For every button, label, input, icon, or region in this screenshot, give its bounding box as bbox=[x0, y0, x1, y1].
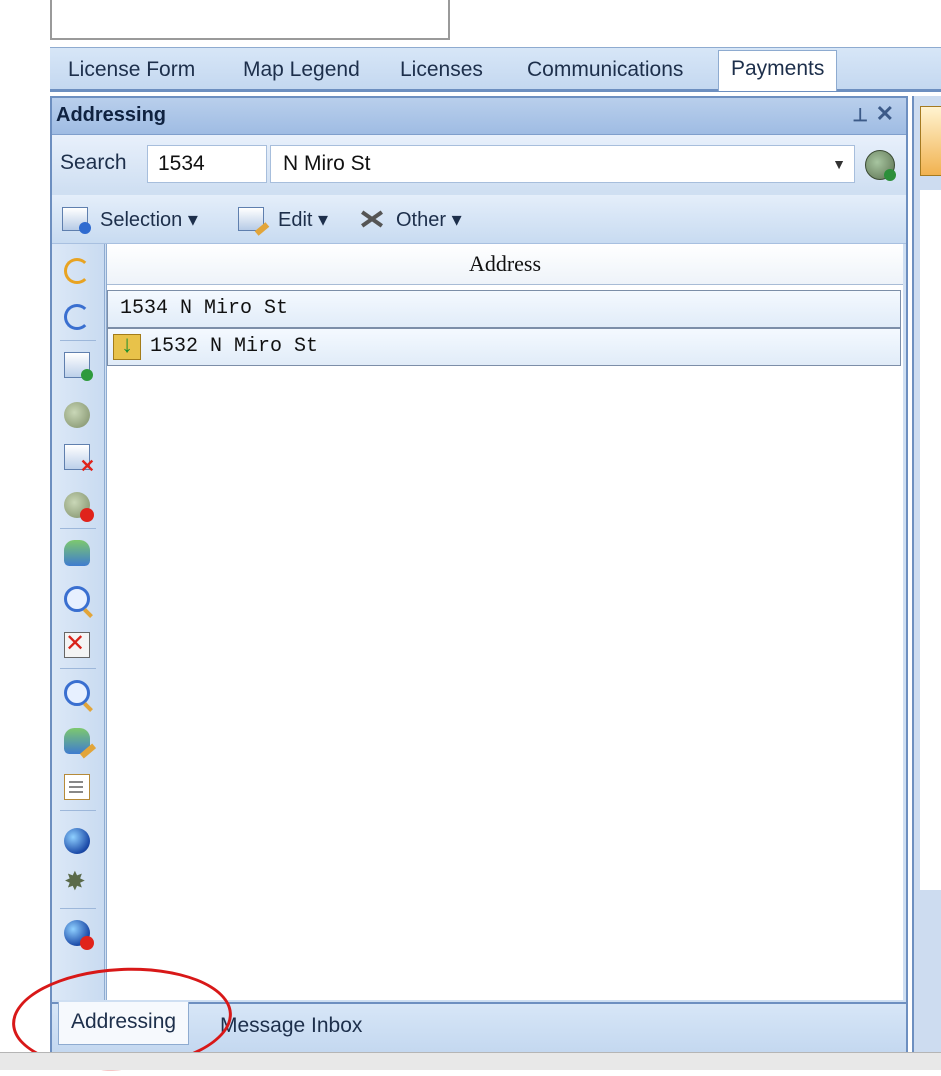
other-menu[interactable]: Other ▾ bbox=[396, 207, 462, 232]
globe-icon[interactable] bbox=[64, 828, 90, 854]
panel-title-bar: Addressing ⊥ ✕ bbox=[52, 98, 906, 135]
selection-menu-label: Selection bbox=[100, 209, 183, 231]
globe-remove-icon[interactable] bbox=[64, 920, 94, 950]
address-row[interactable]: 1532 N Miro St bbox=[107, 328, 901, 366]
tab-map-legend[interactable]: Map Legend bbox=[243, 56, 360, 88]
pane-button[interactable] bbox=[920, 106, 941, 176]
refresh-icon[interactable] bbox=[64, 258, 90, 284]
add-record-icon[interactable] bbox=[64, 352, 93, 381]
addressing-panel: Addressing ⊥ ✕ Search 1534 N Miro St ▼ S… bbox=[50, 96, 908, 1052]
edit-icon bbox=[238, 207, 264, 231]
column-header-address[interactable]: Address bbox=[107, 244, 903, 285]
selection-icon bbox=[62, 207, 91, 234]
separator bbox=[60, 810, 96, 811]
tools-icon bbox=[358, 207, 384, 231]
edit-menu[interactable]: Edit ▾ bbox=[278, 207, 328, 232]
chevron-down-icon: ▾ bbox=[187, 209, 198, 231]
address-row[interactable]: 1534 N Miro St bbox=[107, 290, 901, 328]
house-number-input[interactable]: 1534 bbox=[147, 145, 267, 183]
tab-license-form[interactable]: License Form bbox=[68, 56, 195, 88]
address-text: 1532 N Miro St bbox=[150, 335, 319, 358]
chevron-down-icon: ▾ bbox=[451, 209, 462, 231]
chevron-down-icon: ▾ bbox=[318, 209, 329, 231]
map-view-icon[interactable] bbox=[64, 402, 90, 428]
separator bbox=[60, 908, 96, 909]
top-input-box[interactable] bbox=[50, 0, 450, 40]
clear-calendar-icon[interactable] bbox=[64, 629, 90, 658]
tab-licenses[interactable]: Licenses bbox=[400, 56, 483, 88]
separator bbox=[60, 340, 96, 341]
people-edit-icon[interactable] bbox=[64, 728, 90, 754]
street-name-value: N Miro St bbox=[283, 152, 371, 175]
separator bbox=[60, 528, 96, 529]
copy-document-icon[interactable] bbox=[64, 774, 90, 800]
lookup-icon[interactable] bbox=[64, 586, 90, 612]
document-tab-bar: License Form Map Legend Licenses Communi… bbox=[50, 47, 941, 92]
panel-title: Addressing bbox=[56, 104, 167, 126]
separator bbox=[60, 668, 96, 669]
status-strip bbox=[0, 1052, 941, 1070]
other-menu-label: Other bbox=[396, 209, 447, 231]
search-label: Search bbox=[60, 151, 127, 174]
adjacent-pane bbox=[912, 96, 941, 1052]
tool-sidebar bbox=[52, 244, 105, 1000]
pin-icon[interactable]: ⊥ bbox=[852, 98, 868, 132]
map-remove-icon[interactable] bbox=[64, 492, 94, 522]
close-icon[interactable]: ✕ bbox=[876, 97, 894, 131]
tab-communications[interactable]: Communications bbox=[527, 56, 683, 88]
search-bar: Search 1534 N Miro St ▼ bbox=[52, 135, 906, 191]
people-search-icon[interactable] bbox=[64, 540, 90, 566]
tab-payments[interactable]: Payments bbox=[718, 50, 838, 91]
pane-content bbox=[920, 190, 941, 890]
selection-menu[interactable]: Selection ▾ bbox=[100, 207, 198, 232]
person-search-icon[interactable] bbox=[64, 680, 90, 706]
map-search-icon[interactable] bbox=[865, 150, 896, 181]
street-name-combobox[interactable]: N Miro St ▼ bbox=[270, 145, 855, 183]
folder-download-icon bbox=[113, 329, 141, 365]
reload-icon[interactable] bbox=[64, 304, 90, 330]
edit-menu-label: Edit bbox=[278, 209, 313, 231]
delete-record-icon[interactable] bbox=[64, 444, 95, 477]
address-list: Address 1534 N Miro St 1532 N Miro St bbox=[106, 244, 903, 1000]
tab-message-inbox[interactable]: Message Inbox bbox=[220, 1014, 362, 1038]
spark-tool-icon[interactable] bbox=[64, 866, 90, 897]
addressing-toolbar: Selection ▾ Edit ▾ Other ▾ bbox=[52, 195, 906, 244]
chevron-down-icon[interactable]: ▼ bbox=[832, 146, 846, 182]
address-text: 1534 N Miro St bbox=[120, 297, 289, 320]
